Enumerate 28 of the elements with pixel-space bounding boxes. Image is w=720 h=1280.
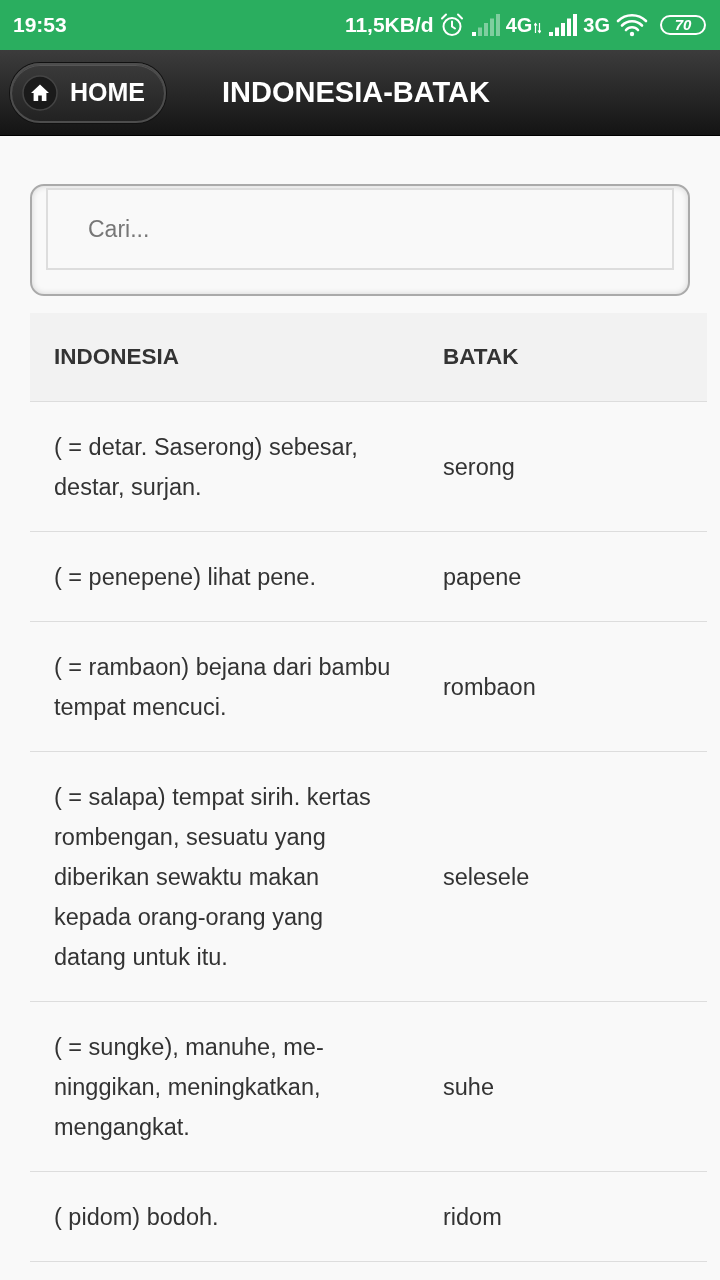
table-cell: ( = penepene) lihat pene. (30, 531, 419, 622)
status-time: 19:53 (13, 13, 68, 37)
data-arrows-icon (534, 22, 542, 34)
alarm-clock-icon (439, 13, 464, 37)
network-speed: 11,5KB/d (344, 13, 434, 37)
table-cell: rombaon (419, 621, 707, 752)
wifi-icon (616, 13, 648, 37)
table-cell: papene (419, 531, 707, 622)
signal-icon (471, 14, 502, 36)
table-cell: ( = detar. Saserong) sebesar, destar, surjan. (30, 401, 419, 532)
home-icon (22, 74, 58, 111)
battery-indicator: 70 (660, 15, 706, 35)
signal-icon (549, 14, 580, 36)
column-header: BATAK (419, 313, 707, 402)
table-cell: suhe (419, 1001, 707, 1172)
table-cell: ridom (419, 1171, 707, 1262)
table-cell: ( pidom) bodoh. (30, 1171, 419, 1262)
network-type: 4G (505, 13, 533, 37)
table-cell: ( = salapa) tempat sirih. kertas rombengan, sesuatu yang diberikan sewaktu makan kepada orang-orang yang datang untuk itu. (30, 751, 419, 1002)
table-cell: ( = rambaon) bejana dari bambu tempat mencuci. (30, 621, 419, 752)
table-cell: selesele (419, 751, 707, 1002)
home-button[interactable]: HOME (10, 62, 166, 123)
column-header: INDONESIA (30, 313, 419, 402)
table-cell: serong (419, 401, 707, 532)
search-field[interactable]: Cari... (46, 188, 674, 270)
network-type: 3G (583, 13, 610, 37)
table-cell: ( = sungke), manuhe, me-ninggikan, meningkatkan, mengangkat. (30, 1001, 419, 1172)
page-title: INDONESIA-BATAK (222, 76, 490, 109)
